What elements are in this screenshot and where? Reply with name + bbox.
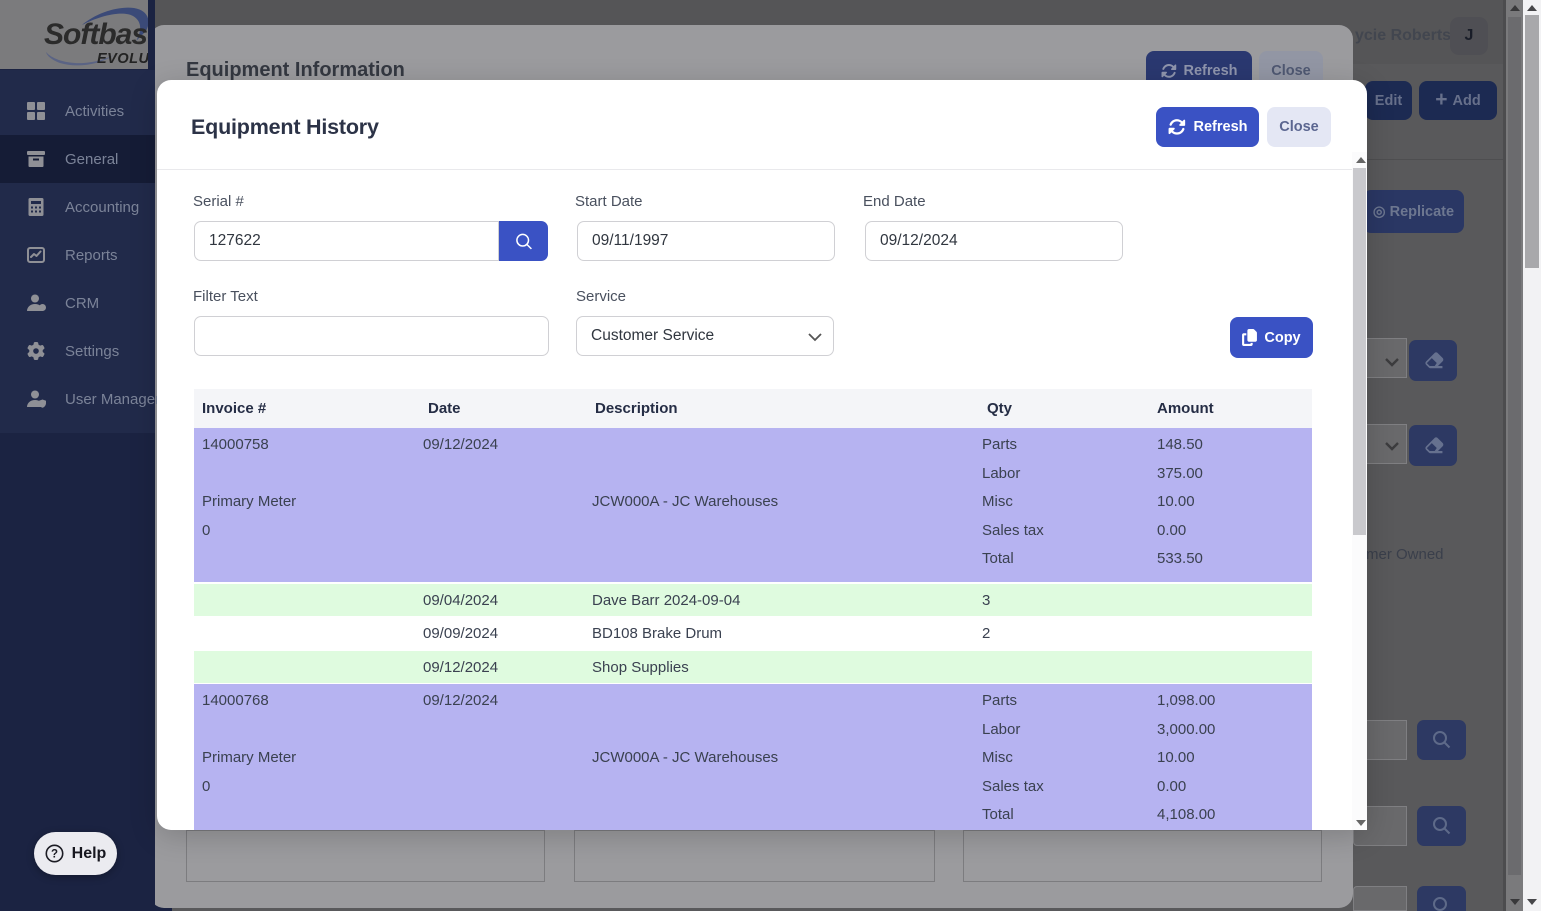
svg-text:EVOLUTION: EVOLUTION [97, 51, 148, 67]
svg-text:Softbase: Softbase [44, 18, 148, 51]
svg-text:?: ? [51, 849, 58, 861]
